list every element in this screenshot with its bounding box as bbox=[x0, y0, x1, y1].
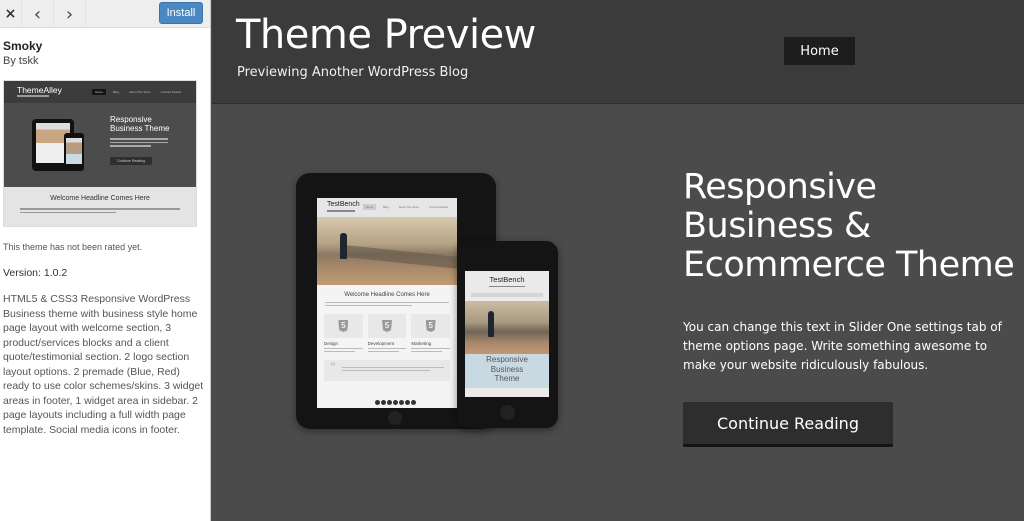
thumb-phone-image bbox=[64, 133, 84, 171]
html5-icon: 5 bbox=[382, 320, 392, 332]
previous-theme-button[interactable]: ‹ bbox=[22, 0, 54, 28]
theme-description: HTML5 & CSS3 Responsive WordPress Busine… bbox=[3, 293, 204, 436]
person-silhouette bbox=[340, 233, 347, 259]
phone-tagline bbox=[489, 286, 525, 287]
theme-rating: This theme has not been rated yet. bbox=[3, 242, 143, 252]
thumb-nav-item: Contact Details bbox=[160, 90, 181, 94]
tablet-nav-item: Contact Details bbox=[429, 205, 448, 209]
feature-box: 5 Design bbox=[324, 314, 363, 352]
tablet-site-header: TestBench Home Blog About The Store Cont… bbox=[317, 198, 457, 217]
thumb-hero: Responsive Business Theme Continue Readi… bbox=[4, 103, 196, 187]
phone-nav-dropdown bbox=[471, 293, 543, 297]
thumb-hero-button: Continue Reading bbox=[110, 157, 152, 165]
sidebar-toolbar: × ‹ › Install bbox=[0, 0, 210, 28]
nav-home-link[interactable]: Home bbox=[784, 37, 855, 65]
thumb-welcome: Welcome Headline Comes Here bbox=[4, 187, 196, 226]
tablet-welcome-text bbox=[325, 302, 449, 306]
thumb-nav-item: About The Store bbox=[128, 90, 151, 94]
feature-box: 5 Marketing bbox=[411, 314, 451, 352]
phone-home-button bbox=[500, 405, 515, 420]
hero-title-line: Responsive bbox=[683, 167, 877, 207]
theme-version: Version: 1.0.2 bbox=[3, 267, 68, 279]
tablet-welcome-headline: Welcome Headline Comes Here bbox=[344, 292, 430, 298]
quote-icon: “ bbox=[330, 362, 336, 373]
feature-label: Development bbox=[367, 341, 395, 346]
hero-title: Responsive Business & Ecommerce Theme bbox=[683, 167, 1015, 285]
phone-hero-photo bbox=[465, 301, 549, 354]
theme-preview-frame: Theme Preview Previewing Another WordPre… bbox=[212, 0, 1024, 521]
social-icon bbox=[411, 400, 416, 405]
site-header: Theme Preview Previewing Another WordPre… bbox=[212, 0, 1024, 104]
html5-icon: 5 bbox=[338, 320, 349, 332]
thumb-welcome-headline: Welcome Headline Comes Here bbox=[50, 195, 150, 202]
close-button[interactable]: × bbox=[0, 0, 22, 28]
tablet-nav-item: Home bbox=[362, 204, 377, 210]
phone-logo: TestBench bbox=[489, 275, 525, 284]
social-icon bbox=[375, 400, 380, 405]
thumb-hero-title: Responsive Business Theme bbox=[110, 115, 170, 133]
thumb-nav: Home Blog About The Store Contact Detail… bbox=[91, 89, 184, 95]
tablet-logo: TestBench bbox=[327, 201, 360, 208]
social-icon bbox=[405, 400, 410, 405]
thumb-tagline bbox=[17, 95, 49, 97]
phone-hero-text: Responsive Business Theme bbox=[465, 354, 549, 388]
tablet-nav-item: Blog bbox=[383, 205, 389, 209]
tablet-screen: TestBench Home Blog About The Store Cont… bbox=[317, 198, 457, 408]
close-icon: × bbox=[4, 6, 17, 22]
tablet-home-button bbox=[388, 411, 402, 425]
hero-text: You can change this text in Slider One s… bbox=[683, 320, 1002, 372]
theme-author: By tskk bbox=[3, 55, 39, 67]
continue-reading-button[interactable]: Continue Reading bbox=[683, 402, 893, 444]
site-tagline: Previewing Another WordPress Blog bbox=[237, 65, 469, 80]
social-icon bbox=[381, 400, 386, 405]
chevron-left-icon: ‹ bbox=[33, 3, 42, 25]
next-theme-button[interactable]: › bbox=[54, 0, 86, 28]
phone-hero-line: Responsive bbox=[486, 355, 528, 364]
thumb-hero-text bbox=[110, 138, 168, 149]
tablet-feature-boxes: 5 Design 5 Development 5 Marketing bbox=[324, 314, 451, 352]
phone-screen: TestBench Responsive Business Theme bbox=[465, 271, 549, 397]
theme-details-sidebar: × ‹ › Install Smoky By tskk ThemeAlley H… bbox=[0, 0, 211, 521]
phone-mockup: TestBench Responsive Business Theme bbox=[457, 241, 558, 428]
hero-title-line: Ecommerce Theme bbox=[683, 245, 1015, 285]
feature-label: Marketing bbox=[411, 341, 432, 346]
social-icon bbox=[393, 400, 398, 405]
social-icon bbox=[399, 400, 404, 405]
theme-name: Smoky bbox=[3, 39, 43, 53]
social-icons bbox=[375, 400, 416, 405]
tablet-nav: Home Blog About The Store Contact Detail… bbox=[362, 204, 451, 210]
tablet-testimonial: “ bbox=[324, 360, 450, 381]
install-button[interactable]: Install bbox=[159, 2, 203, 24]
phone-hero-line: Theme bbox=[494, 374, 520, 383]
feature-label: Design bbox=[324, 341, 339, 346]
hero-title-line: Business & bbox=[683, 206, 871, 246]
feature-box: 5 Development bbox=[367, 314, 407, 352]
thumb-nav-item: Home bbox=[91, 89, 106, 95]
person-silhouette bbox=[488, 311, 494, 337]
thumb-header: ThemeAlley Home Blog About The Store Con… bbox=[4, 81, 196, 103]
site-title[interactable]: Theme Preview bbox=[236, 12, 536, 58]
tablet-nav-item: About The Store bbox=[398, 205, 420, 209]
thumb-logo: ThemeAlley bbox=[17, 85, 62, 95]
tablet-hero-photo bbox=[317, 217, 457, 285]
tablet-tagline bbox=[327, 210, 355, 212]
phone-hero-line: Business bbox=[490, 364, 524, 374]
thumb-nav-item: Blog bbox=[112, 90, 119, 94]
social-icon bbox=[387, 400, 392, 405]
html5-icon: 5 bbox=[425, 320, 436, 332]
thumb-welcome-text bbox=[20, 208, 180, 215]
theme-screenshot: ThemeAlley Home Blog About The Store Con… bbox=[3, 80, 197, 227]
chevron-right-icon: › bbox=[65, 3, 74, 25]
